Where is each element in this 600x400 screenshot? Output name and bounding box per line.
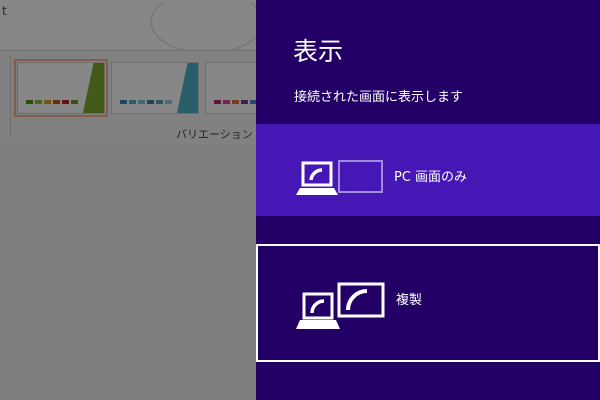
option-duplicate[interactable]: 複製 — [256, 244, 600, 362]
option-label-pc-screen-only: PC 画面のみ — [394, 170, 468, 185]
duplicate-icon — [296, 282, 385, 329]
dim-overlay — [0, 0, 256, 400]
pane-subtitle: 接続された画面に表示します — [294, 90, 464, 105]
option-pc-screen-only[interactable]: PC 画面のみ — [256, 124, 600, 216]
pane-title: 表示 — [293, 37, 344, 66]
project-pane: 表示 接続された画面に表示します PC 画面のみ 複製 — [256, 0, 600, 400]
option-label-duplicate: 複製 — [396, 293, 423, 308]
pc-screen-only-icon — [296, 160, 383, 195]
